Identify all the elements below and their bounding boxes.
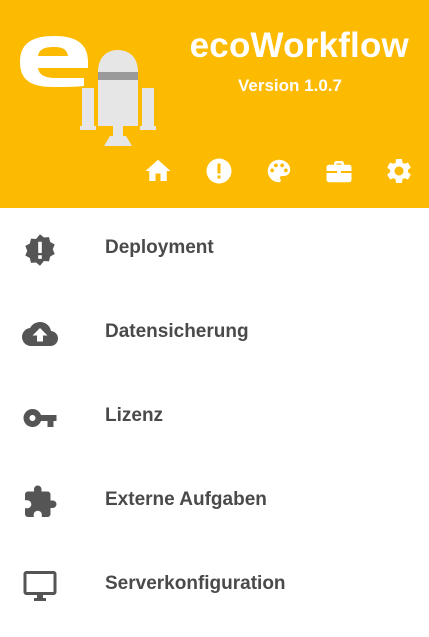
ecoworkflow-logo xyxy=(20,36,156,146)
menu-item-label: Externe Aufgaben xyxy=(105,489,267,510)
briefcase-icon xyxy=(326,161,352,183)
puzzle-icon xyxy=(20,482,60,522)
app-version: Version 1.0.7 xyxy=(238,76,342,95)
menu-item-lizenz[interactable]: Lizenz xyxy=(0,376,429,460)
menu-item-externe-aufgaben[interactable]: Externe Aufgaben xyxy=(0,460,429,544)
app-header: ecoWorkflow Version 1.0.7 xyxy=(0,0,429,208)
app-title: ecoWorkflow xyxy=(189,26,409,65)
alert-icon xyxy=(206,158,232,184)
alert-button[interactable] xyxy=(202,154,236,188)
settings-button[interactable] xyxy=(382,154,416,188)
gear-icon xyxy=(387,159,411,183)
cloud-upload-icon xyxy=(20,314,60,354)
alert-badge-icon xyxy=(20,230,60,270)
menu-item-label: Datensicherung xyxy=(105,321,249,342)
monitor-icon xyxy=(20,566,60,606)
home-icon xyxy=(145,159,171,181)
menu-item-label: Deployment xyxy=(105,237,214,258)
palette-button[interactable] xyxy=(262,154,296,188)
menu-item-serverkonfiguration[interactable]: Serverkonfiguration xyxy=(0,544,429,628)
menu-item-label: Serverkonfiguration xyxy=(105,573,286,594)
key-icon xyxy=(20,398,60,438)
palette-icon xyxy=(267,159,291,183)
home-button[interactable] xyxy=(141,154,175,188)
menu-item-deployment[interactable]: Deployment xyxy=(0,208,429,292)
menu-item-datensicherung[interactable]: Datensicherung xyxy=(0,292,429,376)
briefcase-button[interactable] xyxy=(322,154,356,188)
menu-item-label: Lizenz xyxy=(105,405,164,426)
